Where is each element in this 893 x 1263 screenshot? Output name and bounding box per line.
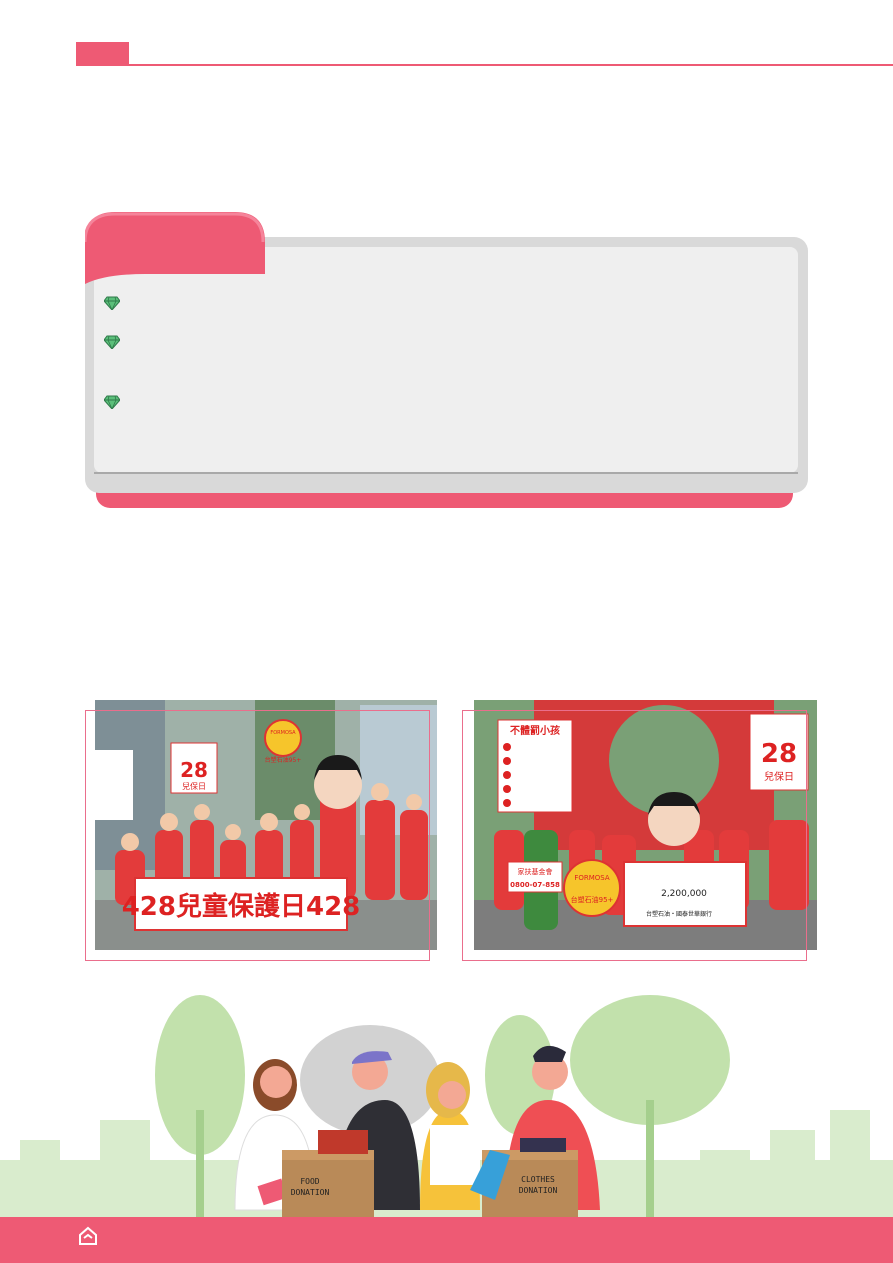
footer-bar (0, 1217, 893, 1263)
info-bullet-1 (103, 295, 121, 314)
header-rule (76, 64, 893, 66)
house-logo-icon (79, 1226, 97, 1245)
diamond-icon (103, 395, 121, 410)
photo-left-frame (85, 710, 430, 961)
photo-right-frame (462, 710, 807, 961)
info-card-divider (94, 472, 798, 474)
header-accent-tab (76, 42, 129, 66)
donation-illustration: FOOD DONATION CLOTHES DONATION (0, 995, 893, 1217)
diamond-icon (103, 296, 121, 311)
info-bullet-2 (103, 334, 121, 353)
diamond-icon (103, 335, 121, 350)
info-card-title-tab (85, 212, 265, 284)
info-bullet-3 (103, 394, 121, 413)
